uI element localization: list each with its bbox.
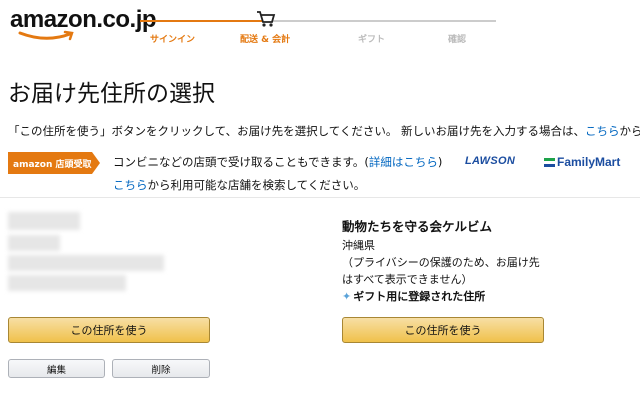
delete-button[interactable]: 削除 xyxy=(112,359,210,378)
section-divider xyxy=(0,197,640,198)
amazon-logo[interactable]: amazon.co.jp xyxy=(10,6,157,41)
store-search-link[interactable]: こちら xyxy=(113,178,148,192)
amazon-pickup-badge: amazon 店頭受取 xyxy=(8,152,100,174)
page-title: お届け先住所の選択 xyxy=(8,81,215,107)
pickup-info: コンビニなどの店頭で受け取ることもできます。(詳細はこちら) xyxy=(113,154,442,170)
progress-bar-completed xyxy=(140,20,266,22)
familymart-icon xyxy=(544,158,555,167)
familymart-logo: FamilyMart xyxy=(544,155,620,169)
step-signin: サインイン xyxy=(150,35,196,45)
privacy-note: （プライバシーの保護のため、お届け先はすべて表示できません） xyxy=(342,256,540,286)
use-address-button-1[interactable]: この住所を使う xyxy=(8,317,210,343)
edit-button[interactable]: 編集 xyxy=(8,359,105,378)
cart-icon xyxy=(257,11,276,27)
gift-address-tag: ✦ ギフト用に登録された住所 xyxy=(342,288,542,305)
use-address-button-2[interactable]: この住所を使う xyxy=(342,317,544,343)
store-search-text: から利用可能な店舗を検索してください。 xyxy=(147,178,366,192)
instructions-before: 「この住所を使う」ボタンをクリックして、お届け先を選択してください。 新しいお届… xyxy=(8,124,586,138)
step-gift: ギフト xyxy=(358,35,386,45)
instructions-text: 「この住所を使う」ボタンをクリックして、お届け先を選択してください。 新しいお届… xyxy=(8,123,640,139)
instructions-after: から xyxy=(619,124,640,138)
step-confirm: 確認 xyxy=(448,35,467,45)
blurred-line xyxy=(8,255,164,271)
address-name: 動物たちを守る会ケルビム xyxy=(342,219,493,234)
progress-bar-remaining xyxy=(266,20,496,22)
familymart-label: FamilyMart xyxy=(557,155,621,169)
smile-arrow-icon xyxy=(18,30,74,41)
pickup-details-link[interactable]: 詳細はこちら xyxy=(369,155,438,169)
lawson-logo: LAWSON xyxy=(465,155,516,167)
step-shipping: 配送 & 会計 xyxy=(240,35,291,45)
pickup-info-text: コンビニなどの店頭で受け取ることもできます。( xyxy=(113,155,369,169)
pickup-info-close: ) xyxy=(437,155,443,169)
address-card-2: 動物たちを守る会ケルビム 沖縄県 （プライバシーの保護のため、お届け先はすべて表… xyxy=(342,218,542,305)
new-address-link[interactable]: こちら xyxy=(585,124,620,138)
blurred-name xyxy=(8,212,80,230)
blurred-line xyxy=(8,275,126,291)
gift-sparkle-icon: ✦ xyxy=(342,290,352,303)
blurred-line xyxy=(8,235,60,251)
pickup-badge-label: amazon 店頭受取 xyxy=(13,160,92,170)
checkout-progress: サインイン 配送 & 会計 ギフト 確認 xyxy=(140,10,500,45)
gift-tag-label: ギフト用に登録された住所 xyxy=(353,290,486,303)
address-prefecture: 沖縄県 xyxy=(342,239,375,252)
pickup-search: こちらから利用可能な店舗を検索してください。 xyxy=(113,177,365,193)
